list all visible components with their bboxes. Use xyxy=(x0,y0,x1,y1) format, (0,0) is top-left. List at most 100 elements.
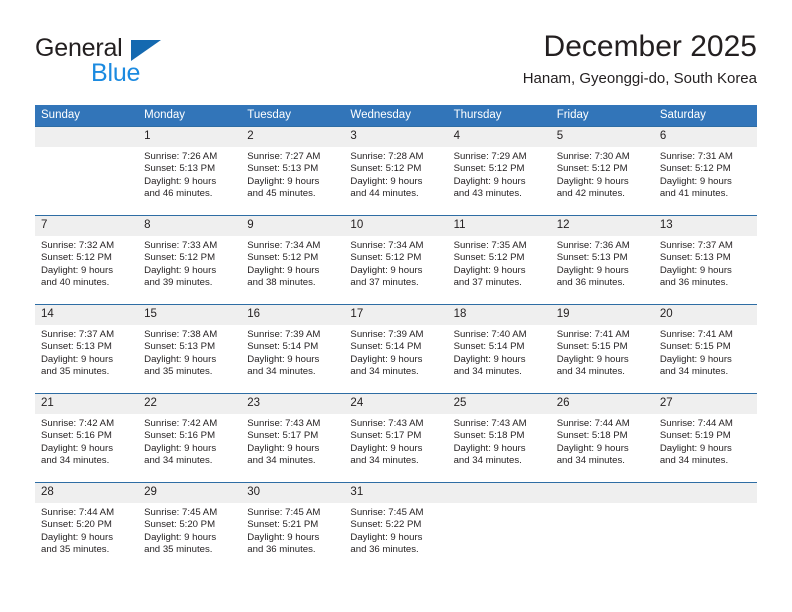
calendar-day-cell[interactable]: 20 Sunrise: 7:41 AM Sunset: 5:15 PM Dayligh… xyxy=(653,304,757,394)
sunrise-text: Sunrise: 7:33 AM xyxy=(144,240,218,251)
sunrise-text: Sunrise: 7:44 AM xyxy=(556,418,630,429)
calendar-day-cell[interactable]: 4 Sunrise: 7:29 AM Sunset: 5:12 PM Daylight… xyxy=(447,126,551,216)
sunset-text: Sunset: 5:14 PM xyxy=(453,341,525,353)
calendar-day-cell[interactable]: 2 Sunrise: 7:27 AM Sunset: 5:13 PM Daylight… xyxy=(241,126,345,216)
calendar-day-cell[interactable]: 16 Sunrise: 7:39 AM Sunset: 5:14 PM Dayligh… xyxy=(241,304,345,394)
calendar-day-cell[interactable]: 15 Sunrise: 7:38 AM Sunset: 5:13 PM Dayligh… xyxy=(138,304,242,394)
general-blue-logo[interactable]: General Blue xyxy=(35,34,215,92)
calendar-day-cell[interactable]: 5 Sunrise: 7:30 AM Sunset: 5:12 PM Daylight… xyxy=(550,126,654,216)
daylight-text-line2: and 43 minutes. xyxy=(453,188,522,200)
day-details: Sunrise: 7:37 AM Sunset: 5:13 PM Daylight:… xyxy=(654,236,757,290)
daylight-text-line2: and 35 minutes. xyxy=(41,366,110,378)
calendar-day-cell[interactable]: 31 Sunrise: 7:45 AM Sunset: 5:22 PM Dayligh… xyxy=(344,482,448,565)
page-title: December 2025 xyxy=(543,30,757,63)
day-number: 28 xyxy=(35,483,139,503)
calendar-day-cell[interactable]: 25 Sunrise: 7:43 AM Sunset: 5:18 PM Dayligh… xyxy=(447,393,551,483)
day-details: Sunrise: 7:28 AM Sunset: 5:12 PM Daylight:… xyxy=(344,147,447,201)
calendar-day-cell[interactable]: 22 Sunrise: 7:42 AM Sunset: 5:16 PM Dayligh… xyxy=(138,393,242,483)
day-details: Sunrise: 7:37 AM Sunset: 5:13 PM Daylight:… xyxy=(35,325,138,379)
sunset-text: Sunset: 5:15 PM xyxy=(659,341,731,353)
calendar-day-cell[interactable]: 11 Sunrise: 7:35 AM Sunset: 5:12 PM Dayligh… xyxy=(447,215,551,305)
daylight-text-line1: Daylight: 9 hours xyxy=(41,264,113,276)
calendar-day-cell[interactable]: 6 Sunrise: 7:31 AM Sunset: 5:12 PM Daylight… xyxy=(653,126,757,216)
calendar-day-cell[interactable]: 28 Sunrise: 7:44 AM Sunset: 5:20 PM Dayligh… xyxy=(35,482,139,565)
daylight-text-line1: Daylight: 9 hours xyxy=(659,264,732,276)
calendar-day-cell[interactable]: 14 Sunrise: 7:37 AM Sunset: 5:13 PM Dayligh… xyxy=(35,304,139,394)
calendar-day-cell[interactable]: 23 Sunrise: 7:43 AM Sunset: 5:17 PM Dayligh… xyxy=(241,393,345,483)
calendar-day-cell[interactable]: 13 Sunrise: 7:37 AM Sunset: 5:13 PM Dayligh… xyxy=(653,215,757,305)
weekday-header-friday: Friday xyxy=(550,105,654,127)
page-header: General Blue December 2025 Hanam, Gyeong… xyxy=(35,28,757,100)
calendar-day-cell[interactable]: 12 Sunrise: 7:36 AM Sunset: 5:13 PM Dayligh… xyxy=(550,215,654,305)
sunrise-text: Sunrise: 7:37 AM xyxy=(659,240,733,251)
day-details: Sunrise: 7:43 AM Sunset: 5:17 PM Daylight:… xyxy=(344,414,447,468)
day-number xyxy=(550,483,654,503)
sunset-text: Sunset: 5:21 PM xyxy=(247,519,319,531)
calendar-day-cell[interactable]: 17 Sunrise: 7:39 AM Sunset: 5:14 PM Dayligh… xyxy=(344,304,448,394)
calendar-body: 1 Sunrise: 7:26 AM Sunset: 5:13 PM Daylight… xyxy=(35,126,757,565)
daylight-text-line2: and 36 minutes. xyxy=(659,277,729,289)
sunset-text: Sunset: 5:12 PM xyxy=(659,163,731,175)
daylight-text-line2: and 34 minutes. xyxy=(453,455,522,467)
sunset-text: Sunset: 5:16 PM xyxy=(41,430,112,442)
daylight-text-line1: Daylight: 9 hours xyxy=(41,442,113,454)
daylight-text-line2: and 34 minutes. xyxy=(350,366,419,378)
weekday-header-sunday: Sunday xyxy=(35,105,139,127)
calendar-day-cell[interactable]: 26 Sunrise: 7:44 AM Sunset: 5:18 PM Dayligh… xyxy=(550,393,654,483)
calendar-day-cell[interactable]: 21 Sunrise: 7:42 AM Sunset: 5:16 PM Dayligh… xyxy=(35,393,139,483)
calendar-day-cell[interactable]: 18 Sunrise: 7:40 AM Sunset: 5:14 PM Dayligh… xyxy=(447,304,551,394)
daylight-text-line1: Daylight: 9 hours xyxy=(453,175,526,187)
daylight-text-line2: and 38 minutes. xyxy=(247,277,316,289)
day-number: 19 xyxy=(550,305,654,325)
daylight-text-line2: and 35 minutes. xyxy=(144,366,213,378)
sunset-text: Sunset: 5:14 PM xyxy=(247,341,319,353)
calendar-table: Sunday Monday Tuesday Wednesday Thursday… xyxy=(35,105,757,565)
daylight-text-line2: and 34 minutes. xyxy=(659,455,729,467)
calendar-day-cell[interactable]: 8 Sunrise: 7:33 AM Sunset: 5:12 PM Daylight… xyxy=(138,215,242,305)
calendar-week-row: 21 Sunrise: 7:42 AM Sunset: 5:16 PM Dayligh… xyxy=(35,393,757,483)
calendar-day-cell[interactable]: 30 Sunrise: 7:45 AM Sunset: 5:21 PM Dayligh… xyxy=(241,482,345,565)
day-details: Sunrise: 7:39 AM Sunset: 5:14 PM Daylight:… xyxy=(241,325,344,379)
day-number: 5 xyxy=(550,127,654,147)
weekday-header-thursday: Thursday xyxy=(447,105,551,127)
calendar-day-cell[interactable]: 7 Sunrise: 7:32 AM Sunset: 5:12 PM Daylight… xyxy=(35,215,139,305)
sunrise-text: Sunrise: 7:31 AM xyxy=(659,151,733,162)
day-number: 2 xyxy=(241,127,345,147)
day-number xyxy=(653,483,757,503)
day-number: 27 xyxy=(653,394,757,414)
daylight-text-line1: Daylight: 9 hours xyxy=(350,531,423,543)
calendar-day-cell[interactable]: 1 Sunrise: 7:26 AM Sunset: 5:13 PM Daylight… xyxy=(138,126,242,216)
day-number: 9 xyxy=(241,216,345,236)
day-number: 16 xyxy=(241,305,345,325)
calendar-day-cell[interactable]: 29 Sunrise: 7:45 AM Sunset: 5:20 PM Dayligh… xyxy=(138,482,242,565)
sunrise-text: Sunrise: 7:36 AM xyxy=(556,240,630,251)
weekday-header-tuesday: Tuesday xyxy=(241,105,345,127)
daylight-text-line2: and 35 minutes. xyxy=(144,544,213,556)
calendar-day-cell[interactable]: 24 Sunrise: 7:43 AM Sunset: 5:17 PM Dayligh… xyxy=(344,393,448,483)
day-details: Sunrise: 7:44 AM Sunset: 5:20 PM Daylight:… xyxy=(35,503,138,557)
daylight-text-line1: Daylight: 9 hours xyxy=(556,442,629,454)
daylight-text-line1: Daylight: 9 hours xyxy=(247,531,320,543)
weekday-header-monday: Monday xyxy=(138,105,242,127)
calendar-day-cell[interactable]: 10 Sunrise: 7:34 AM Sunset: 5:12 PM Dayligh… xyxy=(344,215,448,305)
daylight-text-line1: Daylight: 9 hours xyxy=(556,264,629,276)
day-number: 1 xyxy=(138,127,242,147)
calendar-day-cell[interactable]: 3 Sunrise: 7:28 AM Sunset: 5:12 PM Daylight… xyxy=(344,126,448,216)
calendar-day-cell[interactable]: 27 Sunrise: 7:44 AM Sunset: 5:19 PM Dayligh… xyxy=(653,393,757,483)
day-details: Sunrise: 7:34 AM Sunset: 5:12 PM Daylight:… xyxy=(344,236,447,290)
daylight-text-line1: Daylight: 9 hours xyxy=(556,175,629,187)
daylight-text-line2: and 34 minutes. xyxy=(556,366,625,378)
calendar-day-cell[interactable]: 9 Sunrise: 7:34 AM Sunset: 5:12 PM Daylight… xyxy=(241,215,345,305)
sunrise-text: Sunrise: 7:35 AM xyxy=(453,240,527,251)
day-number xyxy=(447,483,551,503)
daylight-text-line1: Daylight: 9 hours xyxy=(144,531,217,543)
sunrise-text: Sunrise: 7:27 AM xyxy=(247,151,321,162)
day-details: Sunrise: 7:26 AM Sunset: 5:13 PM Daylight:… xyxy=(138,147,241,201)
day-number: 21 xyxy=(35,394,139,414)
daylight-text-line1: Daylight: 9 hours xyxy=(247,264,320,276)
weekday-header-wednesday: Wednesday xyxy=(344,105,448,127)
calendar-day-cell-empty xyxy=(35,126,139,216)
daylight-text-line2: and 34 minutes. xyxy=(247,366,316,378)
sunrise-text: Sunrise: 7:39 AM xyxy=(247,329,321,340)
calendar-day-cell[interactable]: 19 Sunrise: 7:41 AM Sunset: 5:15 PM Dayligh… xyxy=(550,304,654,394)
